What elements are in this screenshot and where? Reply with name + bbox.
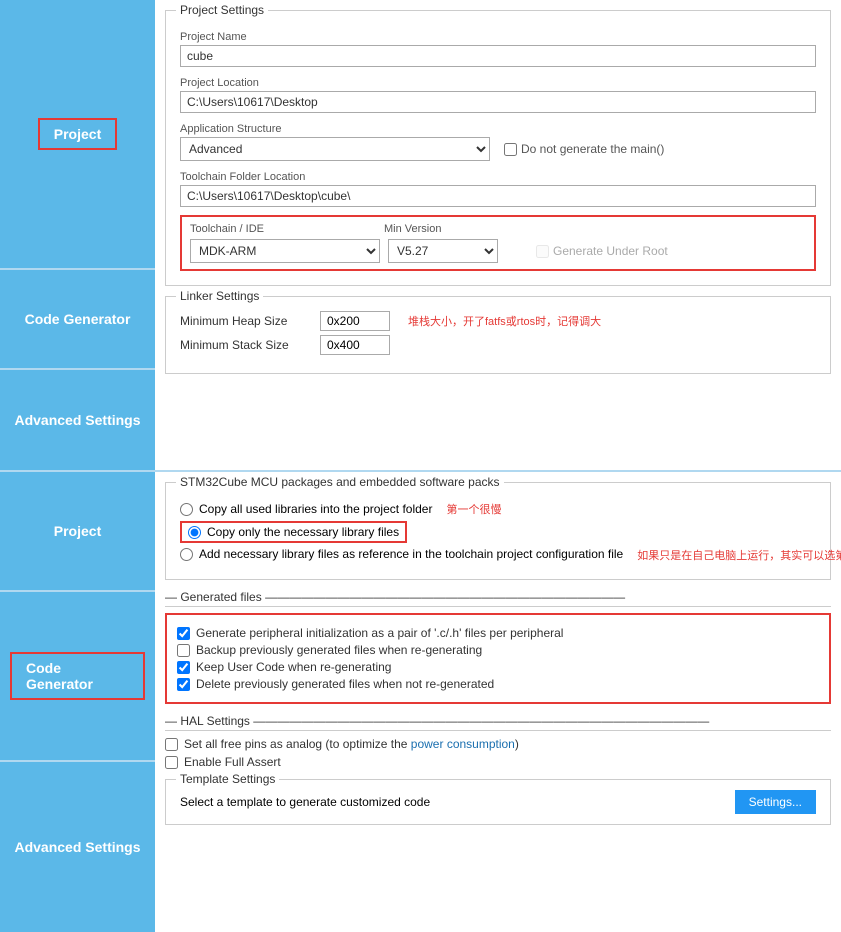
sidebar-codegen-top[interactable]: Code Generator [0,270,155,370]
project-name-input[interactable] [180,45,816,67]
linker-annotation: 堆栈大小，开了fatfs或rtos时，记得调大 [408,313,601,329]
min-heap-label: Minimum Heap Size [180,314,310,328]
sidebar-project-bottom[interactable]: Project [0,472,155,592]
generate-under-root-label: Generate Under Root [553,244,668,258]
radio-option2-highlighted[interactable]: Copy only the necessary library files [180,521,407,543]
template-settings-title: Template Settings [176,772,279,786]
option3-annotation: 如果只是在自己电脑上运行，其实可以选第三个，编译速度快 [637,547,841,563]
radio-option3[interactable]: Add necessary library files as reference… [180,547,623,561]
toolchain-folder-label: Toolchain Folder Location [180,171,816,183]
generated-files-title: — Generated files ——————————————————————… [165,590,831,607]
hal-settings-section: — HAL Settings —————————————————————————… [165,714,831,769]
gen-option1-checkbox[interactable] [177,627,190,640]
codegen-label: Code Generator [25,311,131,327]
min-heap-input[interactable] [320,311,390,331]
gen-option2-label: Backup previously generated files when r… [196,643,482,657]
sidebar-codegen-bottom[interactable]: Code Generator [0,592,155,762]
toolchain-ide-header: Toolchain / IDE [190,223,264,235]
toolchain-box: Toolchain / IDE Min Version MDK-ARM V5.2… [180,215,816,271]
project-label-bottom: Project [54,523,101,539]
radio-option1-input[interactable] [180,503,193,516]
app-structure-select[interactable]: Advanced [180,137,490,161]
hal-option2-checkbox[interactable] [165,756,178,769]
project-label-box: Project [38,118,117,150]
radio-option2-row: Copy only the necessary library files [180,521,816,543]
gen-option3[interactable]: Keep User Code when re-generating [177,660,819,674]
radio-option2-label: Copy only the necessary library files [207,525,399,539]
template-description: Select a template to generate customized… [180,795,430,809]
project-name-label: Project Name [180,31,816,43]
project-location-input[interactable] [180,91,816,113]
hal-option1[interactable]: Set all free pins as analog (to optimize… [165,737,831,751]
min-stack-row: Minimum Stack Size [180,335,816,355]
generate-under-root-checkbox[interactable]: Generate Under Root [536,244,668,258]
radio-option3-row: Add necessary library files as reference… [180,547,816,565]
generated-files-box: Generate peripheral initialization as a … [165,613,831,704]
template-settings-section: Template Settings Select a template to g… [165,779,831,825]
project-location-label: Project Location [180,77,816,89]
radio-option1[interactable]: Copy all used libraries into the project… [180,501,816,517]
min-heap-row: Minimum Heap Size 堆栈大小，开了fatfs或rtos时，记得调… [180,311,816,331]
gen-option3-checkbox[interactable] [177,661,190,674]
project-label: Project [54,126,101,142]
min-version-header: Min Version [384,223,441,235]
gen-option4-label: Delete previously generated files when n… [196,677,494,691]
gen-option4-checkbox[interactable] [177,678,190,691]
template-settings-row: Select a template to generate customized… [180,790,816,814]
stm32-packages-title: STM32Cube MCU packages and embedded soft… [176,475,504,489]
radio-option3-input[interactable] [180,548,193,561]
gen-option1-label: Generate peripheral initialization as a … [196,626,563,640]
toolchain-folder-input[interactable] [180,185,816,207]
do-not-generate-main-checkbox[interactable]: Do not generate the main() [504,142,664,156]
option1-annotation: 第一个很慢 [446,501,501,517]
sidebar-advanced-bottom[interactable]: Advanced Settings [0,762,155,932]
gen-option2[interactable]: Backup previously generated files when r… [177,643,819,657]
hal-option1-checkbox[interactable] [165,738,178,751]
codegen-label-box-bottom: Code Generator [10,652,145,700]
gen-option2-checkbox[interactable] [177,644,190,657]
gen-option3-label: Keep User Code when re-generating [196,660,391,674]
app-structure-label: Application Structure [180,123,816,135]
radio-option1-label: Copy all used libraries into the project… [199,502,432,516]
advanced-settings-label-bottom: Advanced Settings [14,839,140,855]
do-not-generate-main-label: Do not generate the main() [521,142,664,156]
toolchain-select[interactable]: MDK-ARM [190,239,380,263]
advanced-settings-label-top: Advanced Settings [14,412,140,428]
radio-option3-label: Add necessary library files as reference… [199,547,623,561]
min-stack-input[interactable] [320,335,390,355]
hal-option2[interactable]: Enable Full Assert [165,755,831,769]
codegen-label-bottom: Code Generator [26,660,93,692]
min-stack-label: Minimum Stack Size [180,338,310,352]
project-settings-title: Project Settings [176,3,268,17]
gen-option1[interactable]: Generate peripheral initialization as a … [177,626,819,640]
settings-button[interactable]: Settings... [735,790,816,814]
hal-option2-label: Enable Full Assert [184,755,281,769]
hal-option1-label: Set all free pins as analog (to optimize… [184,737,519,751]
min-version-select[interactable]: V5.27 [388,239,498,263]
gen-option4[interactable]: Delete previously generated files when n… [177,677,819,691]
linker-settings-title: Linker Settings [176,289,263,303]
radio-option2-input[interactable] [188,526,201,539]
generated-files-section: — Generated files ——————————————————————… [165,590,831,704]
sidebar-advanced-top[interactable]: Advanced Settings [0,370,155,470]
hal-settings-title: — HAL Settings —————————————————————————… [165,714,831,731]
sidebar-project-top[interactable]: Project [0,0,155,270]
